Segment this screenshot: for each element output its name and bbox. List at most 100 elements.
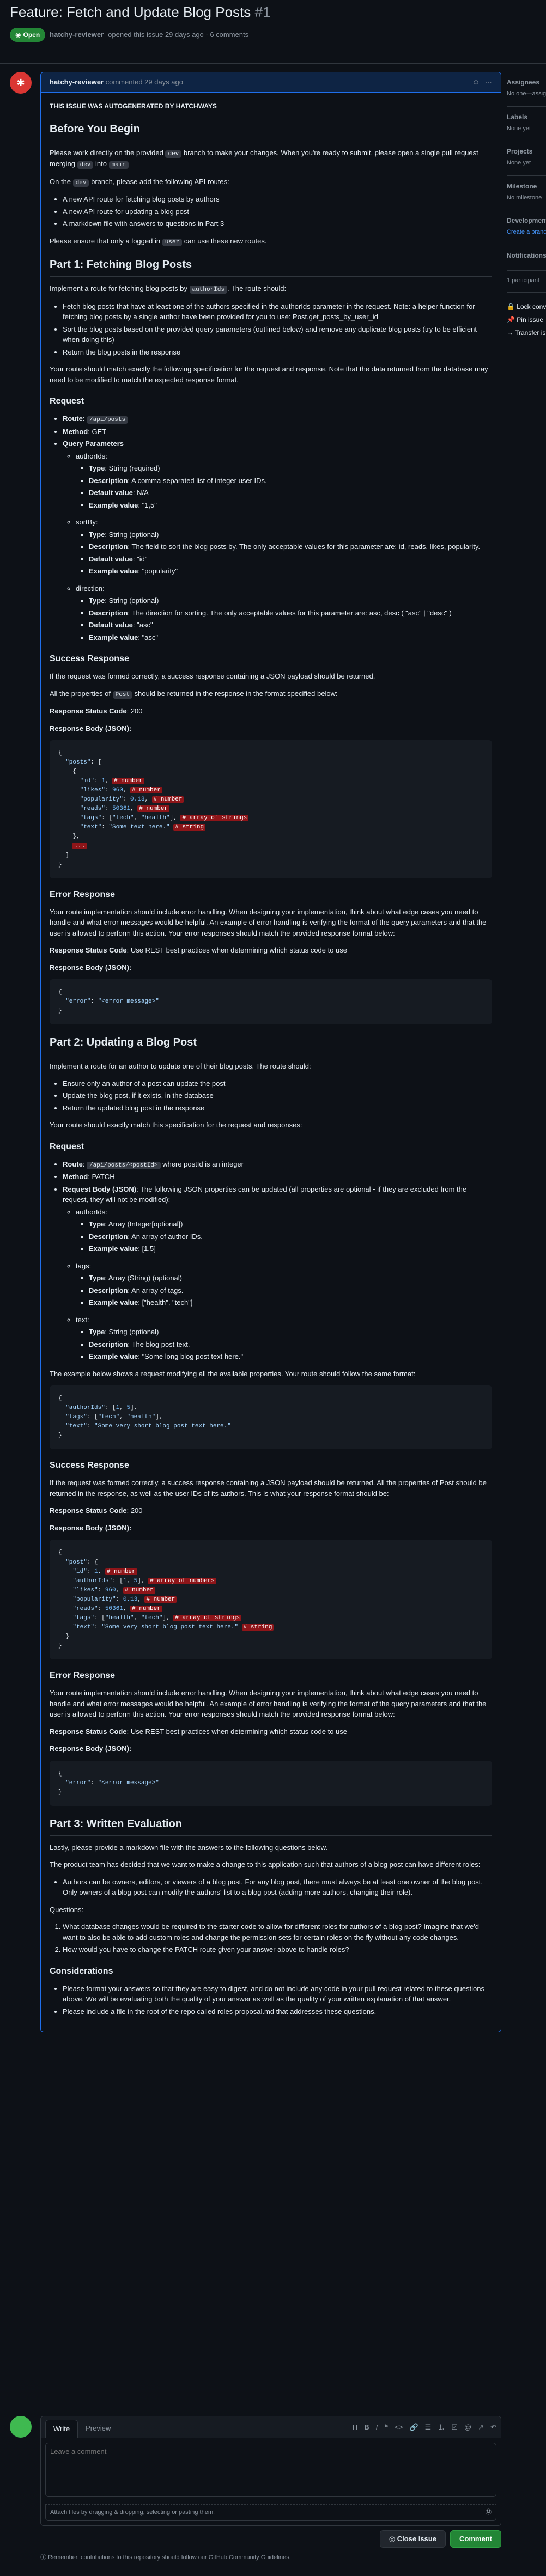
reference-icon[interactable]: ↗	[478, 2422, 484, 2433]
part1-paragraph-1: Implement a route for fetching blog post…	[50, 284, 287, 294]
list-item: What database changes would be required …	[63, 1921, 492, 1943]
comment-time[interactable]: commented 29 days ago	[106, 78, 183, 86]
sidebar-assignees[interactable]: Assignees No one—assign yourself	[507, 72, 546, 107]
issue-author-link[interactable]: hatchy-reviewer	[50, 29, 104, 40]
comment-editor: Write Preview H B I ❝ <> 🔗 ☰ ⒈ ☑ @ ↗ ↶ L…	[40, 2416, 501, 2526]
list-item: Method: GET	[63, 426, 492, 437]
unordered-list-icon[interactable]: ☰	[425, 2422, 432, 2433]
emoji-reaction-icon[interactable]: ☺	[472, 77, 480, 88]
list-item: Method: PATCH	[63, 1171, 492, 1182]
questions-label: Questions:	[50, 1905, 84, 1914]
success-paragraph-1: If the request was formed correctly, a s…	[50, 672, 375, 680]
sidebar-participants: 1 participant	[507, 271, 546, 293]
request2-heading: Request	[50, 1142, 84, 1151]
considerations-list: Please format your answers so that they …	[63, 1983, 492, 2017]
comment-textarea[interactable]	[45, 2442, 496, 2497]
tab-write[interactable]: Write	[45, 2420, 78, 2438]
comment-body: THIS ISSUE WAS AUTOGENERATED BY HATCHWAY…	[41, 93, 501, 2032]
success2-heading: Success Response	[50, 1461, 129, 1470]
request2-spec-list: Route: /api/posts/<postId> where postId …	[63, 1159, 492, 1362]
part2-heading: Part 2: Updating a Blog Post	[50, 1034, 492, 1055]
tab-preview[interactable]: Preview	[78, 2420, 118, 2438]
code-block-response-2[interactable]: { "post": { "id": 1, # number "authorIds…	[50, 1540, 492, 1659]
error2-status-line: Response Status Code: Use REST best prac…	[50, 1727, 348, 1736]
sidebar-notifications[interactable]: Notifications	[507, 245, 546, 271]
autogen-notice: THIS ISSUE WAS AUTOGENERATED BY HATCHWAY…	[50, 102, 217, 110]
part1-heading: Part 1: Fetching Blog Posts	[50, 257, 492, 277]
ordered-list-icon[interactable]: ⒈	[438, 2422, 445, 2433]
list-item: Request Body (JSON): The following JSON …	[63, 1184, 492, 1362]
issue-open-icon: ◉	[15, 30, 21, 39]
sidebar-development[interactable]: Development Create a branch	[507, 210, 546, 245]
italic-icon[interactable]: I	[376, 2422, 378, 2433]
pin-icon: 📌	[507, 316, 515, 323]
code-block-response-1[interactable]: { "posts": [ { "id": 1, # number "likes"…	[50, 740, 492, 878]
part2-list: Ensure only an author of a post can upda…	[63, 1078, 492, 1114]
comment-buttons: ◎ Close issue Comment	[379, 2530, 501, 2548]
part3-paragraph-2: The product team has decided that we wan…	[50, 1860, 481, 1869]
task-list-icon[interactable]: ☑	[451, 2422, 458, 2433]
comment-author[interactable]: hatchy-reviewer	[50, 78, 104, 86]
status-badge: ◉ Open	[10, 27, 46, 42]
code-block-error-1[interactable]: { "error": "<error message>" }	[50, 979, 492, 1025]
error2-heading: Error Response	[50, 1671, 116, 1680]
info-icon: ⓘ	[40, 2554, 46, 2561]
arrow-right-icon: →	[507, 329, 513, 337]
code-block-request-example[interactable]: { "authorIds": [1, 5], "tags": ["tech", …	[50, 1385, 492, 1450]
before-heading: Before You Begin	[50, 121, 492, 141]
issue-page: Feature: Fetch and Update Blog Posts #1 …	[0, 0, 546, 2576]
issue-meta: ◉ Open hatchy-reviewer opened this issue …	[10, 27, 546, 42]
avatar[interactable]: ✱	[10, 72, 32, 94]
comment-button[interactable]: Comment	[450, 2530, 501, 2548]
avatar[interactable]	[10, 2416, 32, 2438]
pin-issue-button[interactable]: 📌 Pin issue	[507, 315, 546, 325]
part1-paragraph-2: Your route should match exactly the foll…	[50, 365, 488, 384]
param-authorIds: authorIds: Type: String (required) Descr…	[76, 451, 492, 511]
part3-list: Authors can be owners, editors, or viewe…	[63, 1877, 492, 1898]
heading-icon[interactable]: H	[353, 2422, 357, 2433]
error-body-label: Response Body (JSON):	[50, 963, 132, 972]
lock-conversation-button[interactable]: 🔒 Lock conversation	[507, 302, 546, 312]
list-item: A new API route for fetching blog posts …	[63, 194, 492, 205]
create-branch-link[interactable]: Create a branch	[507, 228, 546, 237]
kebab-menu-icon[interactable]: ⋯	[485, 77, 492, 88]
quote-icon[interactable]: ❝	[384, 2422, 388, 2433]
list-item: Route: /api/posts	[63, 413, 492, 425]
list-item: Ensure only an author of a post can upda…	[63, 1078, 492, 1089]
issue-opened-text: opened this issue 29 days ago · 6 commen…	[108, 30, 249, 39]
issue-body-comment: hatchy-reviewer commented 29 days ago ☺ ⋯…	[40, 72, 501, 2033]
before-paragraph-2: On the dev branch, please add the follow…	[50, 177, 229, 187]
list-item: Route: /api/posts/<postId> where postId …	[63, 1159, 492, 1170]
list-item: Update the blog post, if it exists, in t…	[63, 1090, 492, 1101]
link-icon[interactable]: 🔗	[409, 2422, 418, 2433]
part2-paragraph-1: Implement a route for an author to updat…	[50, 1062, 311, 1071]
attach-files-bar[interactable]: Attach files by dragging & dropping, sel…	[45, 2504, 496, 2521]
body-param-text: text: Type: String (optional) Descriptio…	[76, 1315, 492, 1362]
sidebar-projects[interactable]: Projects None yet	[507, 141, 546, 176]
list-item: How would you have to change the PATCH r…	[63, 1944, 492, 1955]
close-issue-button[interactable]: ◎ Close issue	[379, 2530, 446, 2548]
mention-icon[interactable]: @	[464, 2422, 471, 2433]
sidebar-milestone[interactable]: Milestone No milestone	[507, 176, 546, 210]
undo-icon[interactable]: ↶	[490, 2422, 496, 2433]
code-block-error-2[interactable]: { "error": "<error message>" }	[50, 1760, 492, 1806]
transfer-issue-button[interactable]: → Transfer issue	[507, 328, 546, 338]
list-item: Return the blog posts in the response	[63, 347, 492, 358]
param-direction: direction: Type: String (optional) Descr…	[76, 583, 492, 643]
body-param-tags: tags: Type: Array (String) (optional) De…	[76, 1261, 492, 1308]
list-item: Fetch blog posts that have at least one …	[63, 301, 492, 322]
example-request-paragraph: The example below shows a request modify…	[50, 1369, 416, 1378]
part3-paragraph-1: Lastly, please provide a markdown file w…	[50, 1843, 327, 1852]
error-heading: Error Response	[50, 889, 116, 899]
list-item: Please include a file in the root of the…	[63, 2006, 492, 2017]
sidebar-labels[interactable]: Labels None yet	[507, 107, 546, 141]
part1-list: Fetch blog posts that have at least one …	[63, 301, 492, 358]
code-icon[interactable]: <>	[395, 2422, 403, 2433]
list-item: Return the updated blog post in the resp…	[63, 1103, 492, 1114]
issue-sidebar: Assignees No one—assign yourself Labels …	[507, 72, 546, 349]
bold-icon[interactable]: B	[364, 2422, 369, 2433]
questions-list: What database changes would be required …	[63, 1921, 492, 1955]
part3-heading: Part 3: Written Evaluation	[50, 1816, 492, 1836]
guidelines-note: ⓘ Remember, contributions to this reposi…	[40, 2554, 291, 2561]
sidebar-actions: 🔒 Lock conversation 📌 Pin issue → Transf…	[507, 293, 546, 349]
